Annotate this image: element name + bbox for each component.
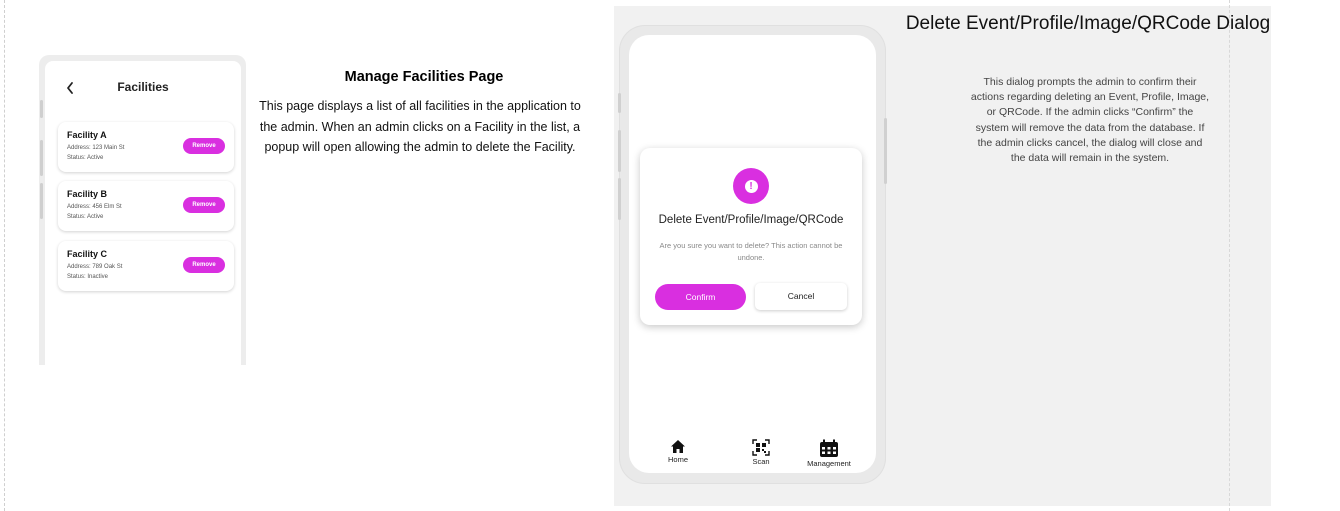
facilities-screen: Facilities Facility A Address: 123 Main … bbox=[45, 61, 241, 365]
facilities-phone-mockup: Facilities Facility A Address: 123 Main … bbox=[39, 55, 246, 365]
nav-home[interactable]: Home bbox=[648, 439, 708, 464]
page-divider-left bbox=[4, 0, 5, 511]
facility-status: Status: Active bbox=[67, 214, 104, 220]
facility-name: Facility B bbox=[67, 189, 108, 199]
phone-side-button bbox=[40, 140, 43, 176]
page-divider-right bbox=[1229, 0, 1230, 511]
facility-name: Facility A bbox=[67, 130, 107, 140]
qr-scan-icon bbox=[752, 439, 770, 456]
dialog-screen: ! Delete Event/Profile/Image/QRCode Are … bbox=[629, 35, 876, 473]
nav-management[interactable]: Management bbox=[799, 439, 859, 468]
phone-side-button bbox=[618, 178, 621, 220]
facilities-description-title: Manage Facilities Page bbox=[344, 69, 504, 85]
calendar-icon bbox=[820, 439, 838, 457]
dialog-description-body: This dialog prompts the admin to confirm… bbox=[970, 76, 1210, 165]
facility-card[interactable]: Facility C Address: 789 Oak St Status: I… bbox=[58, 241, 234, 291]
confirm-button[interactable]: Confirm bbox=[655, 284, 746, 310]
facility-address: Address: 123 Main St bbox=[67, 145, 125, 151]
dialog-message: Are you sure you want to delete? This ac… bbox=[659, 241, 843, 262]
delete-dialog: ! Delete Event/Profile/Image/QRCode Are … bbox=[640, 148, 862, 325]
dialog-description-title: Delete Event/Profile/Image/QRCode Dialog bbox=[905, 13, 1271, 34]
alert-icon: ! bbox=[733, 168, 769, 204]
home-icon bbox=[671, 440, 685, 453]
nav-label: Scan bbox=[752, 457, 770, 466]
phone-side-button bbox=[40, 100, 43, 118]
facility-address: Address: 456 Elm St bbox=[67, 204, 122, 210]
facility-name: Facility C bbox=[67, 249, 108, 259]
facility-address: Address: 789 Oak St bbox=[67, 264, 123, 270]
nav-label: Management bbox=[807, 459, 851, 468]
facilities-header: Facilities bbox=[45, 75, 241, 111]
remove-button[interactable]: Remove bbox=[183, 257, 225, 273]
page-title: Facilities bbox=[117, 80, 169, 94]
nav-scan[interactable]: Scan bbox=[731, 439, 791, 466]
phone-side-button bbox=[618, 130, 621, 172]
dialog-title: Delete Event/Profile/Image/QRCode bbox=[658, 214, 844, 226]
facility-status: Status: Inactive bbox=[67, 274, 109, 280]
facility-card[interactable]: Facility A Address: 123 Main St Status: … bbox=[58, 122, 234, 172]
nav-label: Home bbox=[667, 455, 688, 464]
facilities-description-body: This page displays a list of all facilit… bbox=[259, 99, 581, 154]
remove-button[interactable]: Remove bbox=[183, 138, 225, 154]
facility-status: Status: Active bbox=[67, 155, 104, 161]
dialog-phone-mockup: ! Delete Event/Profile/Image/QRCode Are … bbox=[618, 25, 887, 484]
facility-card[interactable]: Facility B Address: 456 Elm St Status: A… bbox=[58, 181, 234, 231]
phone-side-button bbox=[618, 93, 621, 113]
phone-side-button bbox=[884, 118, 887, 184]
phone-side-button bbox=[40, 183, 43, 219]
cancel-button[interactable]: Cancel bbox=[755, 283, 847, 310]
remove-button[interactable]: Remove bbox=[183, 197, 225, 213]
